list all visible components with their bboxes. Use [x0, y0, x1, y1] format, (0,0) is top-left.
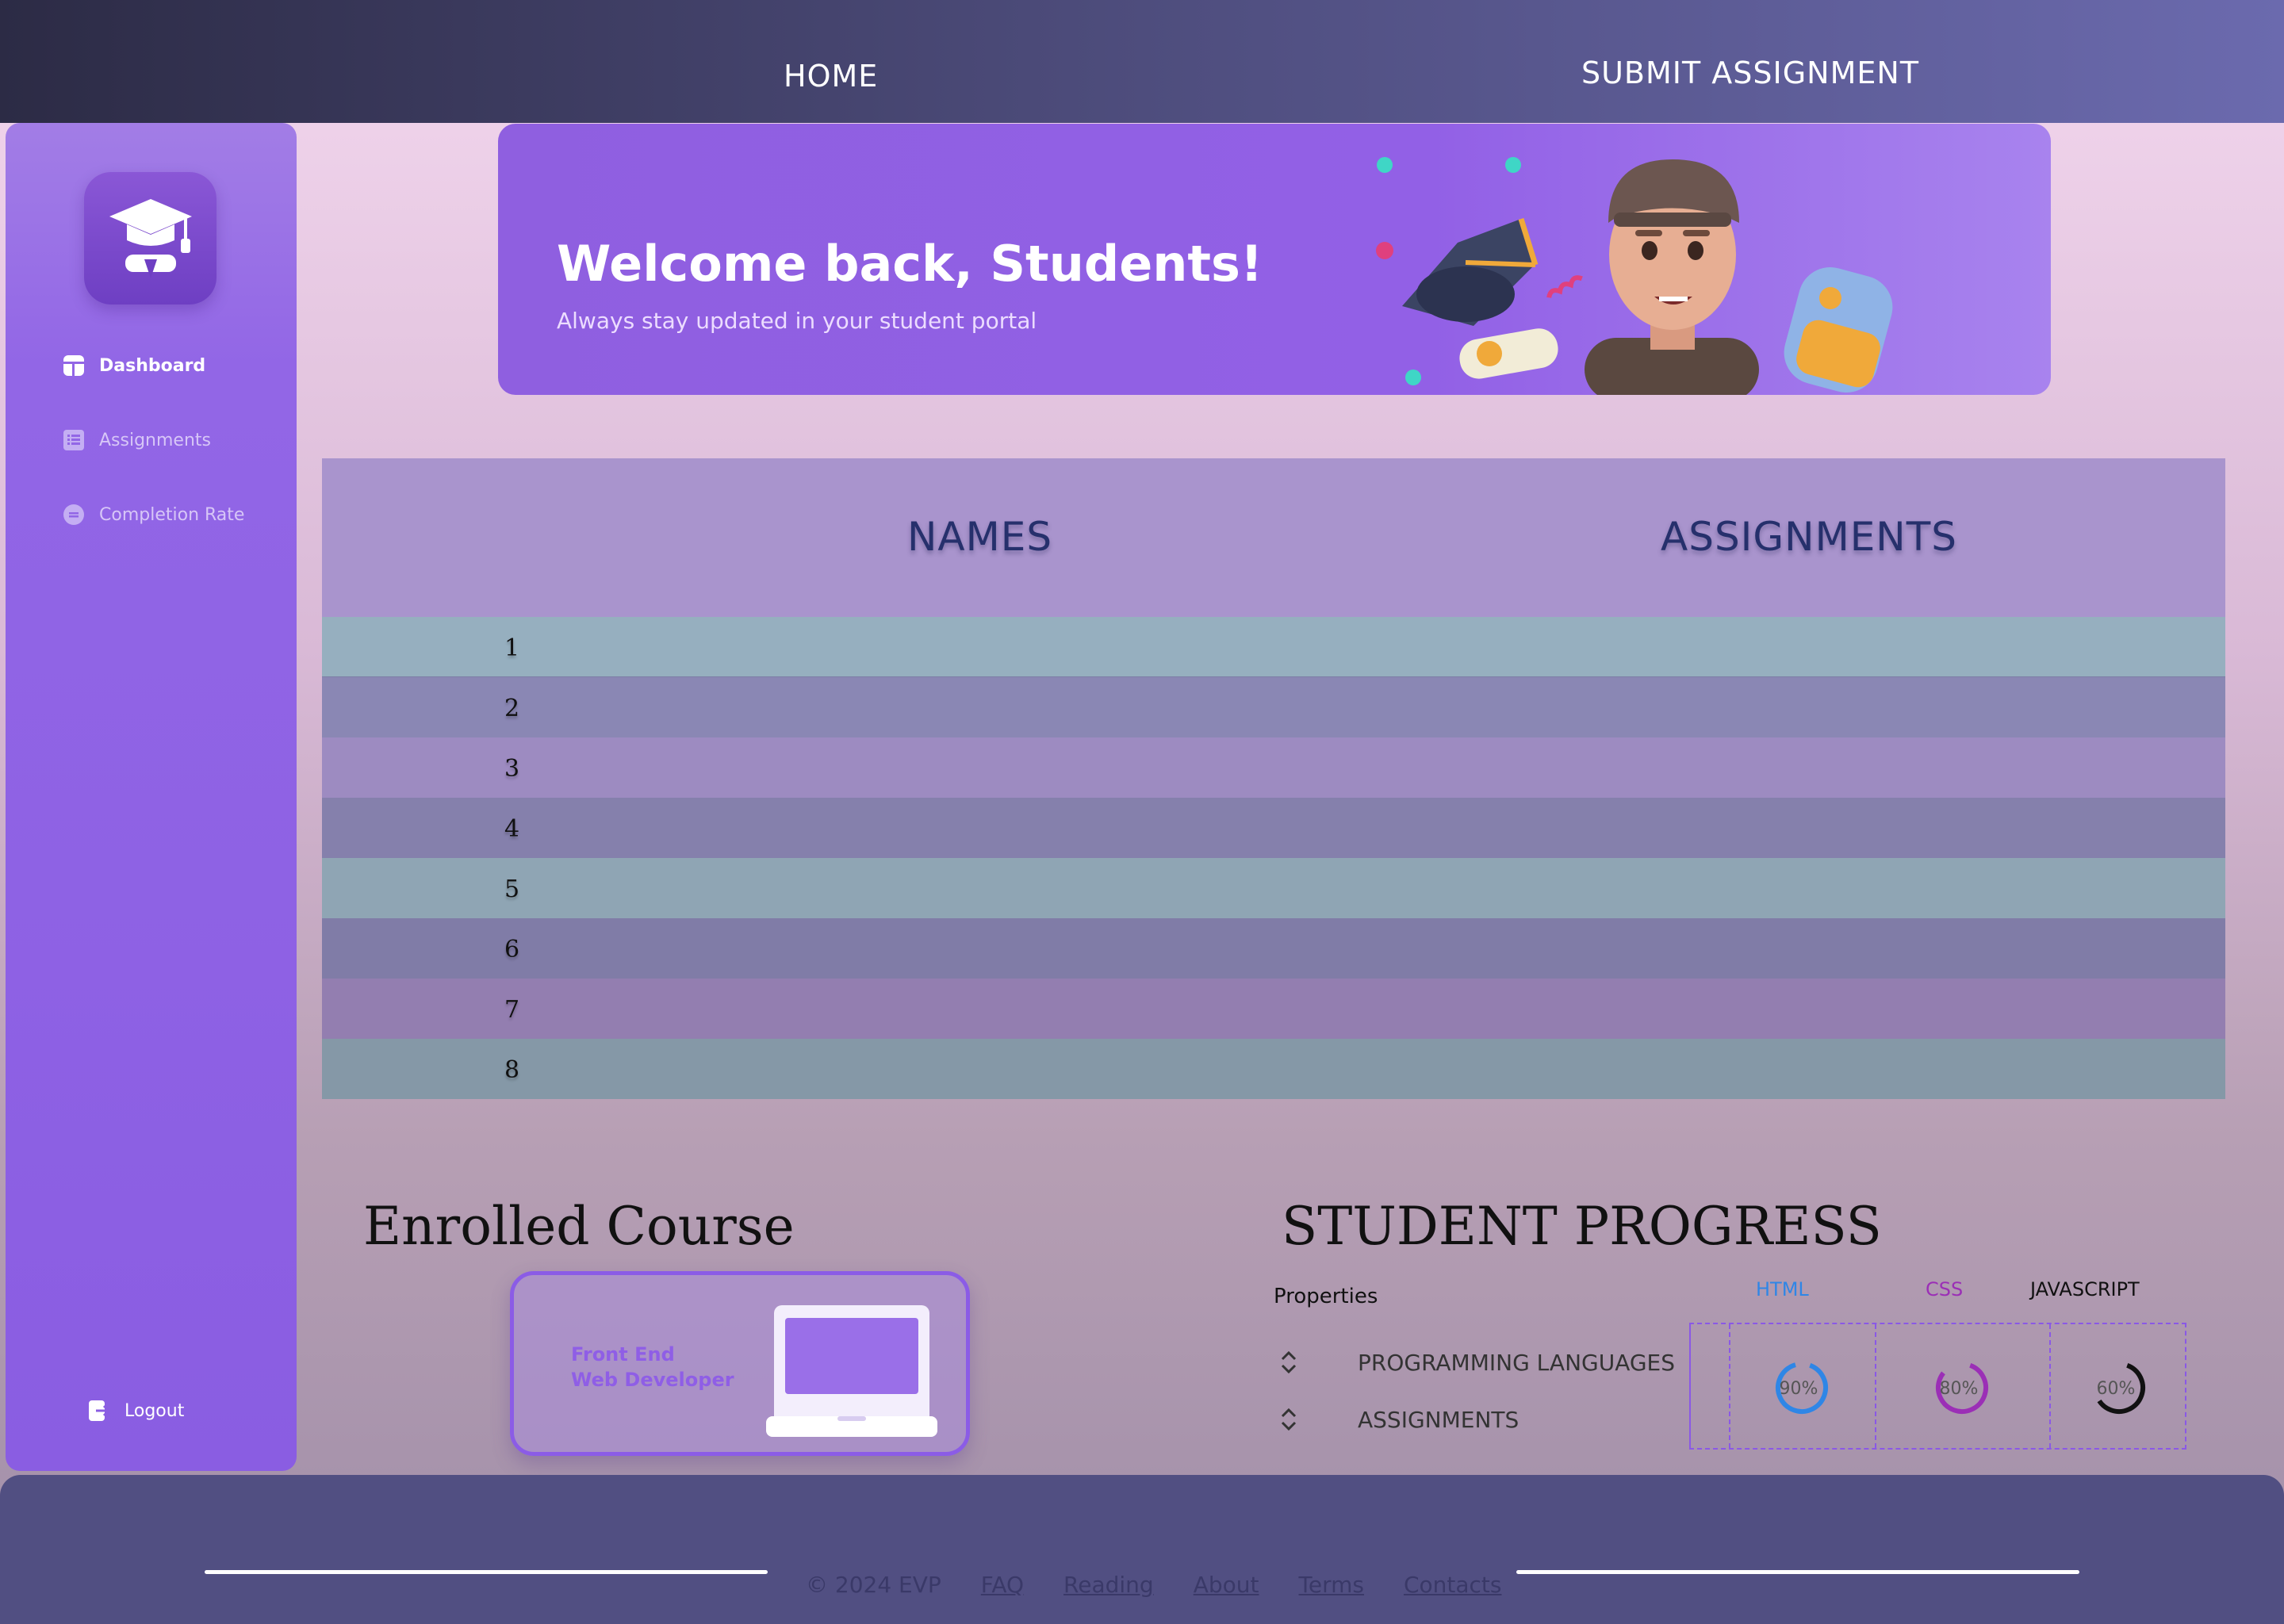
- sidebar-item-label: Assignments: [99, 430, 211, 450]
- table-row: 7: [322, 979, 2225, 1039]
- course-name: Front End Web Developer: [571, 1342, 734, 1392]
- column-header-assignments: ASSIGNMENTS: [1661, 514, 1957, 560]
- table-row: 5: [322, 858, 2225, 918]
- banner-title: Welcome back, Students!: [557, 235, 1263, 293]
- circle-icon: [63, 504, 85, 526]
- footer-link-terms[interactable]: Terms: [1299, 1572, 1364, 1598]
- row-number: 4: [504, 815, 520, 843]
- sidebar-item-completion-rate[interactable]: Completion Rate: [63, 504, 244, 526]
- top-nav: HOME SUBMIT ASSIGNMENT: [0, 0, 2284, 123]
- footer: © 2024 EVP FAQ Reading About Terms Conta…: [0, 1475, 2284, 1624]
- assignments-table: NAMES ASSIGNMENTS 1 2 3 4 5 6 7 8: [322, 458, 2225, 1099]
- gauges-svg: 90% 80% 60%: [1776, 1361, 2145, 1414]
- footer-link-faq[interactable]: FAQ: [981, 1572, 1024, 1598]
- table-row: 3: [322, 737, 2225, 798]
- logout-button[interactable]: Logout: [88, 1400, 184, 1422]
- row-number: 3: [504, 755, 520, 783]
- nav-home-link[interactable]: HOME: [784, 59, 878, 94]
- sidebar-item-label: Dashboard: [99, 355, 206, 376]
- footer-divider-right: [1516, 1570, 2079, 1574]
- row-number: 1: [504, 634, 520, 662]
- language-label-html: HTML: [1756, 1278, 1809, 1300]
- table-row: 4: [322, 798, 2225, 858]
- table-row: 8: [322, 1039, 2225, 1099]
- logout-icon: [89, 1400, 110, 1421]
- laptop-icon: [766, 1305, 937, 1437]
- sidebar-item-assignments[interactable]: Assignments: [63, 429, 211, 451]
- sidebar-item-label: Completion Rate: [99, 504, 245, 525]
- list-icon: [63, 429, 85, 451]
- row-number: 8: [504, 1056, 520, 1084]
- footer-divider-left: [205, 1570, 768, 1574]
- footer-link-reading[interactable]: Reading: [1063, 1572, 1154, 1598]
- column-header-names: NAMES: [907, 514, 1053, 560]
- nav-submit-assignment-link[interactable]: SUBMIT ASSIGNMENT: [1581, 56, 1919, 90]
- progress-gauges: 90% 80% 60%: [1689, 1323, 2186, 1450]
- gauge-html: 90%: [1776, 1362, 1828, 1414]
- table-row: 2: [322, 677, 2225, 737]
- dashboard-icon: [63, 354, 85, 377]
- copyright-text: © 2024 EVP: [806, 1572, 941, 1598]
- row-number: 6: [504, 936, 520, 963]
- course-name-line2: Web Developer: [571, 1369, 734, 1391]
- table-header: NAMES ASSIGNMENTS: [322, 458, 2225, 617]
- student-illustration: [1376, 157, 1893, 395]
- banner-subtitle: Always stay updated in your student port…: [557, 308, 1037, 334]
- footer-links: © 2024 EVP FAQ Reading About Terms Conta…: [806, 1572, 1502, 1598]
- footer-link-about[interactable]: About: [1194, 1572, 1259, 1598]
- logout-label: Logout: [125, 1400, 185, 1421]
- property-assignments[interactable]: ASSIGNMENTS: [1278, 1405, 1519, 1434]
- sort-icon: [1281, 1408, 1297, 1431]
- table-row: 1: [322, 617, 2225, 677]
- property-programming-languages[interactable]: PROGRAMMING LANGUAGES: [1278, 1348, 1675, 1377]
- student-character-art: [1585, 159, 1759, 395]
- gauge-css: 80%: [1936, 1362, 1988, 1414]
- properties-label: Properties: [1274, 1285, 1378, 1308]
- sort-icon: [1281, 1350, 1297, 1374]
- language-label-css: CSS: [1926, 1278, 1964, 1300]
- sidebar: Dashboard Assignments Completion Rate Lo…: [6, 123, 297, 1471]
- welcome-banner: Welcome back, Students! Always stay upda…: [498, 124, 2051, 395]
- table-row: 6: [322, 918, 2225, 979]
- sidebar-item-dashboard[interactable]: Dashboard: [63, 354, 205, 377]
- gauge-value: 60%: [2097, 1379, 2136, 1399]
- backpack-art: [1784, 267, 1893, 393]
- property-label: PROGRAMMING LANGUAGES: [1358, 1349, 1676, 1376]
- student-progress-title: STUDENT PROGRESS: [1282, 1196, 1882, 1257]
- gauge-javascript: 60%: [2093, 1361, 2145, 1414]
- footer-link-contacts[interactable]: Contacts: [1404, 1572, 1502, 1598]
- app-logo: [84, 172, 217, 304]
- language-label-javascript: JAVASCRIPT: [2030, 1278, 2140, 1300]
- course-card[interactable]: Front End Web Developer: [510, 1271, 970, 1456]
- gauge-value: 90%: [1780, 1379, 1818, 1399]
- row-number: 5: [504, 875, 520, 903]
- course-name-line1: Front End: [571, 1343, 675, 1365]
- row-number: 2: [504, 695, 520, 722]
- grad-cap-art: [1402, 217, 1539, 326]
- property-label: ASSIGNMENTS: [1358, 1406, 1519, 1433]
- row-number: 7: [504, 996, 520, 1024]
- gauge-value: 80%: [1940, 1379, 1979, 1399]
- graduation-cap-icon: [109, 199, 192, 278]
- enrolled-course-title: Enrolled Course: [363, 1196, 795, 1257]
